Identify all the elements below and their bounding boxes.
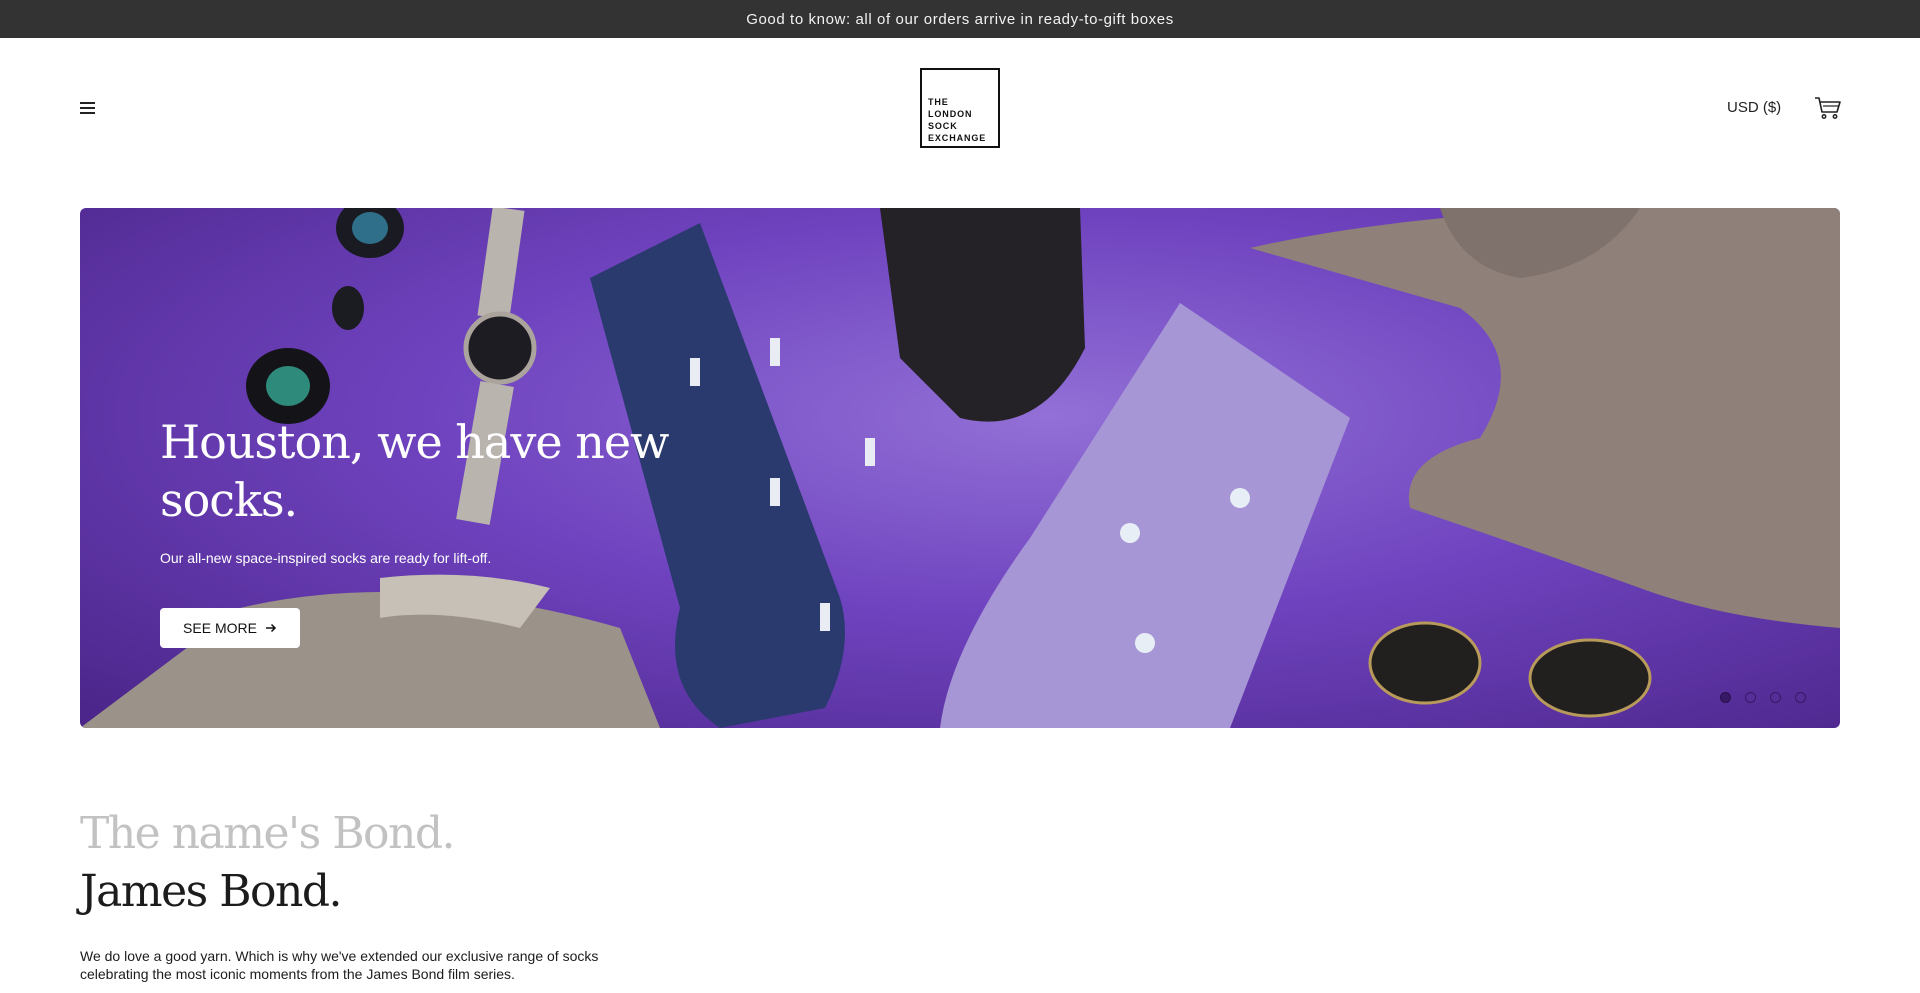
hero-subtitle: Our all-new space-inspired socks are rea…: [160, 550, 492, 566]
bond-title-line1: The name's Bond.: [80, 808, 456, 859]
arrow-right-icon: [265, 620, 277, 636]
bond-title-line2: James Bond.: [80, 866, 343, 917]
announcement-bar: Good to know: all of our orders arrive i…: [0, 0, 1920, 38]
hero-banner: Houston, we have new socks. Our all-new …: [80, 208, 1840, 728]
see-more-label: SEE MORE: [183, 620, 257, 636]
see-more-button[interactable]: SEE MORE: [160, 608, 300, 648]
slide-dot-3[interactable]: [1770, 692, 1781, 703]
site-header: THE LONDON SOCK EXCHANGE USD ($): [0, 38, 1920, 180]
slide-dot-4[interactable]: [1795, 692, 1806, 703]
bond-description: We do love a good yarn. Which is why we'…: [80, 948, 599, 982]
currency-selector[interactable]: USD ($): [1727, 98, 1781, 118]
logo-line: LONDON: [928, 109, 973, 119]
hero-title: Houston, we have new socks.: [160, 415, 669, 527]
logo-line: SOCK: [928, 121, 958, 131]
shopping-cart-icon[interactable]: [1814, 96, 1842, 120]
logo-line: THE: [928, 97, 949, 107]
logo-line: EXCHANGE: [928, 133, 987, 143]
slide-indicator: [1720, 692, 1806, 703]
slide-dot-2[interactable]: [1745, 692, 1756, 703]
slide-dot-1[interactable]: [1720, 692, 1731, 703]
bond-section: The name's Bond. James Bond. We do love …: [80, 805, 640, 983]
announcement-text: Good to know: all of our orders arrive i…: [746, 10, 1174, 28]
hamburger-menu-icon[interactable]: [76, 98, 100, 118]
store-logo[interactable]: THE LONDON SOCK EXCHANGE: [920, 68, 1000, 148]
